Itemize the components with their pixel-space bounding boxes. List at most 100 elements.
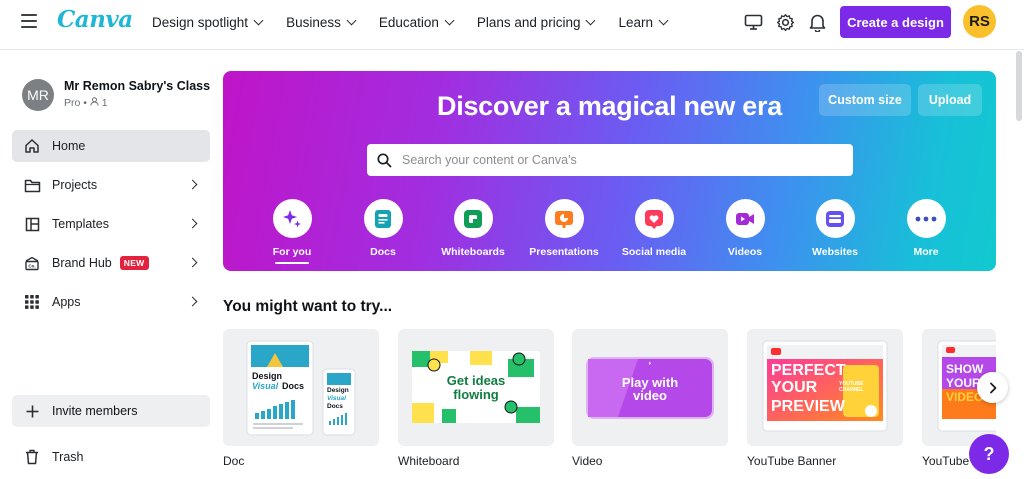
- search-icon: [377, 152, 392, 168]
- category-label: Websites: [812, 246, 858, 258]
- category-docs[interactable]: Docs: [338, 199, 428, 258]
- sidebar-item-label: Templates: [52, 217, 109, 231]
- category-label: Presentations: [529, 246, 599, 258]
- nav-design-spotlight[interactable]: Design spotlight: [152, 14, 264, 30]
- svg-text:Docs: Docs: [327, 403, 343, 410]
- category-label: Social media: [621, 246, 687, 258]
- chevron-right-icon: [187, 296, 198, 307]
- category-presentations[interactable]: Presentations: [519, 199, 609, 258]
- search-bar[interactable]: [367, 144, 853, 176]
- category-more[interactable]: More: [881, 199, 971, 258]
- card-label[interactable]: YouTube Banner: [747, 454, 836, 468]
- nav-business[interactable]: Business: [286, 15, 357, 30]
- page-scrollbar[interactable]: [1016, 51, 1022, 121]
- top-navigation: Canva Design spotlight Business Educatio…: [0, 0, 1024, 50]
- help-button[interactable]: ?: [969, 434, 1009, 474]
- sidebar-item-home[interactable]: Home: [12, 130, 210, 162]
- sidebar-item-apps[interactable]: Apps: [12, 286, 210, 318]
- nav-learn[interactable]: Learn: [618, 15, 669, 30]
- create-a-design-button[interactable]: Create a design: [840, 6, 951, 38]
- thumb-text: Visual: [252, 381, 279, 391]
- thumb-text: SHOW: [946, 362, 984, 376]
- sparkle-icon: [272, 199, 312, 238]
- nav-education[interactable]: Education: [378, 14, 455, 30]
- section-title: You might want to try...: [223, 298, 393, 315]
- more-dots-icon: [906, 199, 946, 238]
- thumb-text: YOUR: [771, 379, 818, 396]
- custom-size-button[interactable]: Custom size: [819, 84, 911, 116]
- card-label[interactable]: Whiteboard: [398, 454, 459, 468]
- bell-icon[interactable]: [806, 11, 828, 33]
- hamburger-menu-icon[interactable]: [21, 14, 37, 28]
- thumb-text: PERFECT: [771, 362, 846, 379]
- nav-plans-and-pricing[interactable]: Plans and pricing: [476, 14, 596, 30]
- category-label: For you: [272, 246, 312, 258]
- svg-text:Co.: Co.: [28, 263, 35, 268]
- category-websites[interactable]: Websites: [790, 199, 880, 258]
- nav-link-label: Design spotlight: [152, 14, 249, 30]
- team-avatar[interactable]: MR: [22, 79, 54, 111]
- apps-grid-icon: [23, 293, 41, 311]
- chevron-down-icon: [658, 15, 669, 25]
- person-icon: [90, 97, 99, 106]
- heart-icon: [634, 199, 674, 238]
- chevron-right-icon: [187, 179, 198, 190]
- upload-button[interactable]: Upload: [918, 84, 982, 116]
- sidebar-item-trash[interactable]: Trash: [12, 441, 210, 473]
- thumb-text: CHANNEL: [839, 387, 863, 393]
- carousel-next-button[interactable]: [977, 372, 1008, 403]
- website-icon: [815, 199, 855, 238]
- card-label[interactable]: Video: [572, 454, 602, 468]
- sidebar-item-projects[interactable]: Projects: [12, 169, 210, 201]
- category-whiteboards[interactable]: Whiteboards: [428, 199, 518, 258]
- chevron-right-icon: [187, 218, 198, 229]
- team-name[interactable]: Mr Remon Sabry's Class: [64, 79, 210, 93]
- card-label[interactable]: YouTube: [922, 454, 969, 468]
- thumb-text: Design: [252, 371, 282, 381]
- category-videos[interactable]: Videos: [700, 199, 790, 258]
- sidebar-item-templates[interactable]: Templates: [12, 208, 210, 240]
- thumb-text: Get ideas: [447, 373, 506, 388]
- suggestion-card-video[interactable]: ⏵ Play with video: [572, 329, 728, 446]
- category-for-you[interactable]: For you: [247, 199, 337, 264]
- sidebar-item-label: Home: [52, 139, 86, 153]
- gear-icon[interactable]: [774, 11, 796, 33]
- chevron-down-icon: [253, 15, 264, 25]
- suggestion-card-youtube-banner[interactable]: PERFECT YOUR PREVIEW YOUTUBE CHANNEL: [747, 329, 903, 446]
- chevron-right-icon: [989, 382, 996, 393]
- suggestion-card-whiteboard[interactable]: Get ideas flowing: [398, 329, 554, 446]
- chevron-down-icon: [586, 15, 596, 25]
- thumb-text: flowing: [453, 387, 499, 402]
- canva-logo[interactable]: Canva: [57, 6, 133, 33]
- card-label[interactable]: Doc: [223, 454, 244, 468]
- user-avatar[interactable]: RS: [963, 5, 996, 38]
- hero-banner: Discover a magical new era Custom size U…: [223, 71, 996, 271]
- desktop-icon[interactable]: [742, 11, 764, 33]
- nav-link-label: Education: [378, 14, 439, 30]
- category-label: Videos: [727, 246, 763, 258]
- sidebar-item-brand-hub[interactable]: Co. Brand Hub NEW: [12, 247, 210, 279]
- thumb-text: PREVIEW: [771, 398, 846, 415]
- nav-link-label: Plans and pricing: [476, 14, 581, 30]
- thumb-text: YOUR: [946, 376, 981, 390]
- brand-icon: Co.: [23, 254, 41, 272]
- new-badge: NEW: [119, 256, 149, 270]
- video-thumbnail: ⏵ Play with video: [586, 357, 714, 419]
- team-member-count: 1: [101, 97, 108, 109]
- category-social-media[interactable]: Social media: [609, 199, 699, 258]
- suggestion-card-doc[interactable]: Design Visual Docs Design Visual Docs: [223, 329, 379, 446]
- sidebar-item-label: Projects: [52, 178, 98, 192]
- chevron-down-icon: [444, 15, 455, 25]
- invite-members-button[interactable]: Invite members: [12, 395, 210, 427]
- search-input[interactable]: [402, 153, 842, 167]
- home-icon: [23, 137, 41, 155]
- whiteboard-icon: [453, 199, 493, 238]
- youtube-banner-thumbnail: PERFECT YOUR PREVIEW YOUTUBE CHANNEL: [762, 340, 888, 432]
- team-plan: Pro: [64, 97, 81, 109]
- chevron-down-icon: [346, 15, 357, 25]
- plus-icon: [23, 402, 41, 420]
- sidebar-item-label: Apps: [52, 295, 81, 309]
- folder-icon: [23, 176, 41, 194]
- selected-indicator: [275, 262, 309, 264]
- category-label: Docs: [370, 246, 396, 258]
